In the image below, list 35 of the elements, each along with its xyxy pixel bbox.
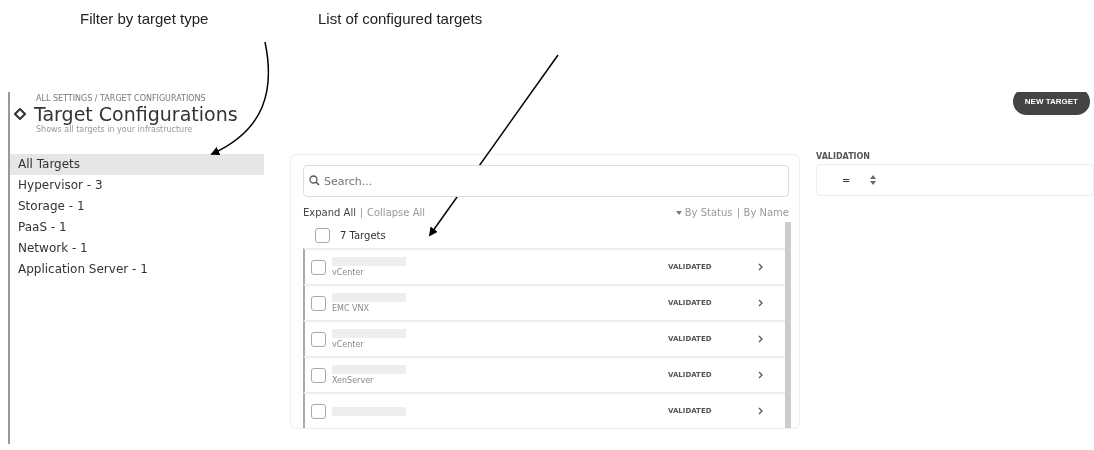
- target-type: vCenter: [332, 340, 365, 349]
- chevron-icon[interactable]: [758, 263, 763, 271]
- sidebar-item[interactable]: PaaS - 1: [10, 217, 264, 238]
- validation-select[interactable]: =: [816, 164, 1094, 196]
- row-checkbox[interactable]: [311, 403, 326, 419]
- targets-count: 7 Targets: [340, 229, 386, 241]
- caret-icon: [675, 210, 682, 215]
- target-type: EMC VNX: [332, 304, 371, 313]
- chevron-icon[interactable]: [758, 371, 763, 379]
- row-checkbox[interactable]: [311, 259, 326, 275]
- page-subtitle: Shows all targets in your infrastructure: [36, 125, 193, 134]
- row-checkbox[interactable]: [311, 295, 326, 311]
- sidebar-item[interactable]: All Targets: [10, 154, 264, 175]
- sort-arrows-icon: [870, 175, 877, 185]
- chevron-icon[interactable]: [758, 299, 763, 307]
- select-all-checkbox[interactable]: [315, 227, 330, 243]
- sidebar-item[interactable]: Storage - 1: [10, 196, 264, 217]
- breadcrumb: ALL SETTINGS / TARGET CONFIGURATIONS: [36, 94, 207, 103]
- target-type: XenServer: [332, 376, 375, 385]
- search-field[interactable]: Search...: [303, 165, 789, 197]
- annotation-label: Filter by target type: [80, 10, 209, 27]
- sidebar-item[interactable]: Application Server - 1: [10, 259, 264, 280]
- row-checkbox[interactable]: [311, 331, 326, 347]
- sidebar-item[interactable]: Hypervisor - 3: [10, 175, 264, 196]
- sidebar-item[interactable]: Network - 1: [10, 238, 264, 259]
- chevron-icon[interactable]: [758, 407, 763, 415]
- annotation-label: List of configured targets: [318, 10, 483, 27]
- validation-label: VALIDATION: [816, 152, 872, 161]
- expand-all-link[interactable]: Expand All: [303, 207, 356, 218]
- page-title: Target Configurations: [34, 103, 238, 125]
- row-checkbox[interactable]: [311, 367, 326, 383]
- new-target-button[interactable]: NEW TARGET: [1012, 92, 1090, 115]
- move-icon: [14, 108, 26, 120]
- target-type: vCenter: [332, 268, 365, 277]
- chevron-icon[interactable]: [758, 335, 763, 343]
